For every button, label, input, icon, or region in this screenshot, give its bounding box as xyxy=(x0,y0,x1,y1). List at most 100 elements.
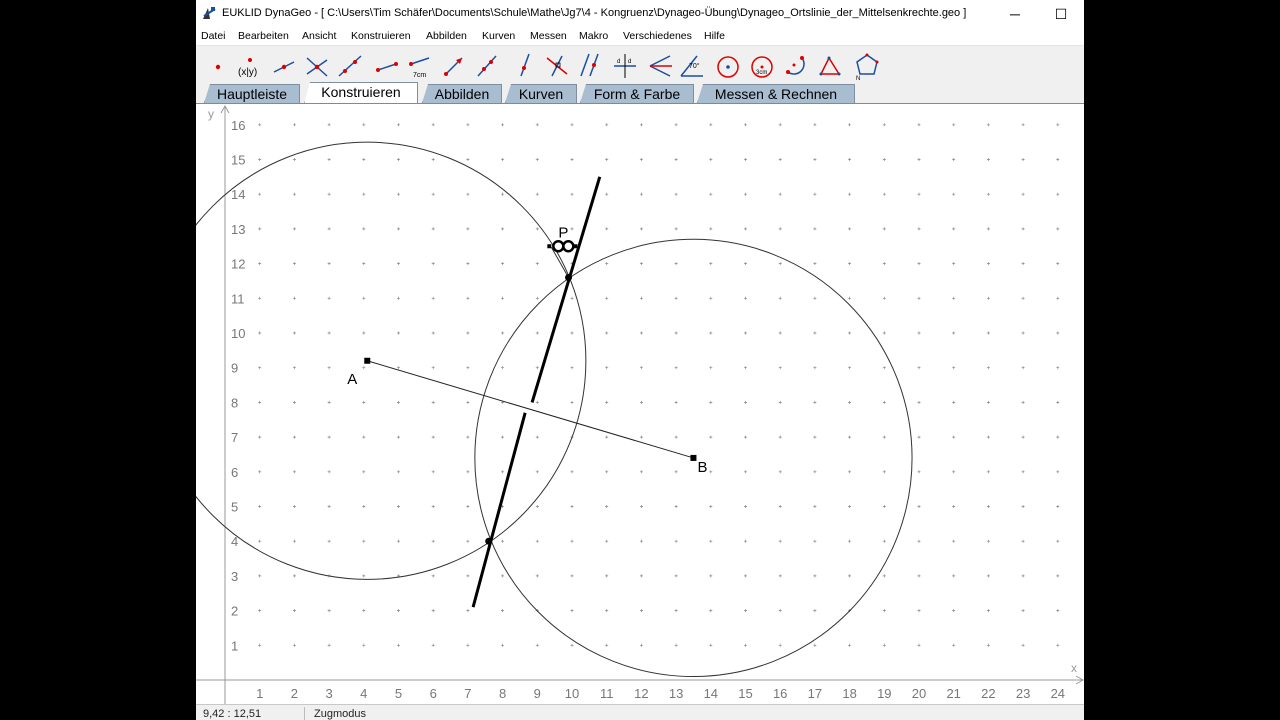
grid-dot xyxy=(466,331,470,335)
grid-dot xyxy=(397,227,400,231)
menu-makro[interactable]: Makro xyxy=(579,30,608,42)
circle-around-a[interactable] xyxy=(196,141,587,580)
grid-dot xyxy=(882,470,886,474)
grid-dot xyxy=(882,435,886,439)
triangle-tool-icon[interactable] xyxy=(815,50,845,80)
parallel-tool-icon[interactable] xyxy=(575,50,605,80)
tab-kurven[interactable]: Kurven xyxy=(505,84,577,103)
angle-tool-icon[interactable]: 70° xyxy=(677,50,707,80)
grid-dot xyxy=(605,158,609,161)
grid-dot xyxy=(778,505,782,508)
grid-dot xyxy=(397,643,400,647)
grid-dot xyxy=(1021,262,1025,266)
menu-bearbeiten[interactable]: Bearbeiten xyxy=(238,30,289,42)
grid-dot xyxy=(431,609,435,613)
grid-dot xyxy=(397,366,400,370)
x-tick-label: 21 xyxy=(946,686,960,701)
grid-dot xyxy=(501,435,505,439)
grid-dot xyxy=(1021,435,1025,439)
grid-dot xyxy=(292,331,296,335)
point-on-line-tool-icon[interactable] xyxy=(269,50,299,80)
arc-tool-icon[interactable] xyxy=(780,50,810,80)
grid-dot xyxy=(327,331,331,335)
menu-abbilden[interactable]: Abbilden xyxy=(426,30,467,42)
grid-dot xyxy=(813,123,817,127)
grid-dot xyxy=(986,192,990,196)
segment-length-label: 7cm xyxy=(413,72,426,79)
grid-dot xyxy=(397,296,400,300)
y-tick-label: 15 xyxy=(231,153,245,168)
grid-dot xyxy=(570,296,574,300)
grid-dot xyxy=(466,158,470,161)
midpoint-tool-icon[interactable]: dd xyxy=(610,50,640,80)
intersection-point-lower[interactable] xyxy=(485,537,493,545)
menu-messen[interactable]: Messen xyxy=(530,30,567,42)
grid-dot xyxy=(292,192,296,196)
grid-dot xyxy=(466,227,470,231)
grid-dot xyxy=(674,123,678,127)
coordinate-point-tool-icon[interactable]: (x|y) xyxy=(235,50,265,80)
line-through-points-tool-icon[interactable] xyxy=(472,50,502,80)
grid-dot xyxy=(674,227,678,231)
grid-dot xyxy=(397,400,400,404)
tab-konstruieren[interactable]: Konstruieren xyxy=(304,82,418,104)
grid-dot xyxy=(744,262,747,266)
tab-abbilden[interactable]: Abbilden xyxy=(422,84,502,103)
point-tool-icon[interactable] xyxy=(203,50,233,80)
grid-dot xyxy=(917,331,921,335)
intersection-point-upper[interactable] xyxy=(565,273,573,281)
tab-messen-rechnen[interactable]: Messen & Rechnen xyxy=(697,84,855,103)
segment-tool-icon[interactable] xyxy=(372,50,402,80)
intersection-point-tool-icon[interactable] xyxy=(302,50,332,80)
grid-dot xyxy=(709,331,713,335)
perpendicular-tool-icon[interactable] xyxy=(509,50,539,80)
tab-form-farbe[interactable]: Form & Farbe xyxy=(580,84,694,103)
angle-tool-label: 70° xyxy=(689,62,700,70)
grid-dot xyxy=(744,192,747,196)
y-tick-label: 1 xyxy=(231,638,238,653)
circle-radius-tool-icon[interactable]: 3cm xyxy=(747,50,777,80)
menu-hilfe[interactable]: Hilfe xyxy=(704,30,725,42)
menu-verschiedenes[interactable]: Verschiedenes xyxy=(623,30,692,42)
menu-ansicht[interactable]: Ansicht xyxy=(302,30,336,42)
grid-dot xyxy=(744,505,747,508)
right-angle-tool-icon[interactable] xyxy=(542,50,572,80)
angle-bisector-tool-icon[interactable] xyxy=(644,50,674,80)
segment-ab[interactable] xyxy=(367,360,694,459)
segment-length-tool-icon[interactable]: 7cm xyxy=(405,50,435,80)
grid-dot xyxy=(709,227,713,231)
grid-dot xyxy=(431,643,435,647)
grid-dot xyxy=(848,400,852,404)
point-b[interactable] xyxy=(690,454,697,461)
menu-kurven[interactable]: Kurven xyxy=(482,30,515,42)
ray-tool-icon[interactable] xyxy=(438,50,468,80)
perpendicular-bisector-upper[interactable] xyxy=(530,176,602,403)
grid-dot xyxy=(674,366,678,370)
grid-dot xyxy=(744,539,747,543)
grid-dot xyxy=(778,470,782,474)
geometry-drawing[interactable]: x y 1 2 3 4 5 6 7 8 9 10 11 12 13 14 15 16 17 18 19 20 21 22 2… xyxy=(196,104,1084,705)
tab-hauptleiste[interactable]: Hauptleiste xyxy=(204,84,300,103)
minimize-button[interactable]: ─ xyxy=(992,0,1038,28)
grid-dot xyxy=(535,574,539,578)
x-tick-label: 10 xyxy=(565,686,579,701)
coordinate-tool-label: (x|y) xyxy=(238,67,257,78)
grid-dot xyxy=(778,366,782,370)
drawing-canvas[interactable]: x y 1 2 3 4 5 6 7 8 9 10 11 12 13 14 15 16 17 18 19 20 21 22 2… xyxy=(196,103,1084,705)
grid-dot xyxy=(709,296,713,300)
point-a[interactable] xyxy=(364,357,371,364)
grid-dot xyxy=(466,609,470,613)
grid-dot xyxy=(709,643,713,647)
line-tool-icon[interactable] xyxy=(335,50,365,80)
menu-konstruieren[interactable]: Konstruieren xyxy=(351,30,411,42)
grid-dot xyxy=(397,609,400,613)
grid-dot xyxy=(397,192,400,196)
circle-tool-icon[interactable] xyxy=(713,50,743,80)
grid-dot xyxy=(674,574,678,578)
grid-dot xyxy=(1056,366,1060,370)
polygon-tool-icon[interactable]: N xyxy=(852,50,882,82)
grid-dot xyxy=(952,158,956,161)
grid-dot xyxy=(501,296,505,300)
menu-datei[interactable]: Datei xyxy=(201,30,226,42)
maximize-button[interactable]: ☐ xyxy=(1038,0,1084,28)
